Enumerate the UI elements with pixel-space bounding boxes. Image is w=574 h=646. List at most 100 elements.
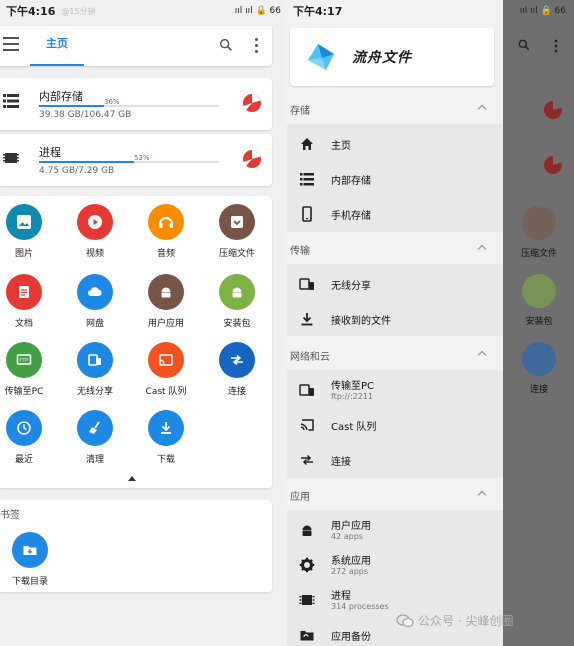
app-bar: 主页 <box>0 26 272 66</box>
section-transfer[interactable]: 传输 <box>287 234 503 262</box>
grid-item-archive[interactable]: 压缩文件 <box>207 204 267 259</box>
svg-text:FTP: FTP <box>20 358 28 364</box>
grid-label: 连接 <box>227 387 246 397</box>
grid-label: 文档 <box>14 319 33 329</box>
app-name: 流舟文件 <box>352 50 412 66</box>
gear-icon <box>299 557 315 573</box>
grid-label: 安装包 <box>223 319 251 329</box>
process-icon <box>299 595 315 605</box>
grid-item-connect[interactable]: 连接 <box>207 342 267 397</box>
grid-item-cast[interactable]: Cast 队列 <box>136 342 196 397</box>
chevron-up-icon <box>477 350 487 360</box>
backup-icon <box>300 631 314 641</box>
tab-home[interactable]: 主页 <box>30 26 84 66</box>
section-apps[interactable]: 应用 <box>287 480 503 508</box>
grid-label: 下载 <box>156 455 175 465</box>
collapse-arrow-icon[interactable] <box>128 476 136 481</box>
app-logo-icon <box>308 44 334 70</box>
storage-size: 39.38 GB/106.47 GB <box>39 110 132 120</box>
grid-label: 音频 <box>156 249 175 259</box>
home-icon <box>301 138 313 150</box>
process-percent: 53% <box>134 154 150 162</box>
grid-item-wireless-share[interactable]: 无线分享 <box>65 342 125 397</box>
grid-label: 清理 <box>85 455 104 465</box>
android-icon <box>219 274 255 310</box>
status-bar: 下午4:16 @15分钟 ııl ııl 🔒 66 <box>0 0 287 22</box>
image-icon <box>6 204 42 240</box>
storage-icon <box>3 94 19 108</box>
headphones-icon <box>148 204 184 240</box>
chevron-up-icon <box>477 490 487 500</box>
grid-item-transfer-pc[interactable]: FTP 传输至PC <box>0 342 54 397</box>
cloud-icon <box>77 274 113 310</box>
drawer-item-wireless-share[interactable]: 无线分享 <box>287 266 503 301</box>
section-storage[interactable]: 存储 <box>287 94 503 122</box>
download-icon <box>148 410 184 446</box>
cast-icon <box>300 419 314 431</box>
pie-chart-icon[interactable] <box>242 93 262 113</box>
section-body: 无线分享 接收到的文件 <box>287 264 503 336</box>
grid-item-recent[interactable]: 最近 <box>0 410 54 465</box>
processor-icon <box>3 153 19 163</box>
grid-item-user-apps[interactable]: 用户应用 <box>136 274 196 329</box>
grid-label: 压缩文件 <box>218 249 255 259</box>
process-progress <box>39 161 219 163</box>
grid-label: 视频 <box>85 249 104 259</box>
drawer-item-connect[interactable]: 连接 <box>287 442 503 477</box>
document-icon <box>6 274 42 310</box>
pie-chart-icon[interactable] <box>242 149 262 169</box>
android-icon <box>302 525 312 536</box>
drawer-item-system-apps[interactable]: 系统应用 272 apps <box>287 547 503 582</box>
internal-storage-card[interactable]: 内部存储 36% 39.38 GB/106.47 GB <box>0 78 272 130</box>
drawer-item-internal-storage[interactable]: 内部存储 <box>287 161 503 196</box>
drawer-item-transfer-pc[interactable]: 传输至PC ftp://:2211 <box>287 372 503 407</box>
drawer-item-cast-queue[interactable]: Cast 队列 <box>287 407 503 442</box>
grid-item-video[interactable]: 视频 <box>65 204 125 259</box>
more-options-icon <box>554 39 558 53</box>
grid-item-cloud[interactable]: 网盘 <box>65 274 125 329</box>
storage-percent: 36% <box>104 98 120 106</box>
drawer-item-home[interactable]: 主页 <box>287 126 503 161</box>
status-note: @15分钟 <box>61 6 96 16</box>
section-body: 主页 内部存储 手机存储 <box>287 124 503 232</box>
drawer-header: 流舟文件 <box>290 28 494 86</box>
ftp-icon: FTP <box>6 342 42 378</box>
chevron-up-icon <box>477 104 487 114</box>
storage-icon <box>300 173 314 186</box>
bookmark-download-folder[interactable]: 下载目录 <box>0 532 60 587</box>
android-icon <box>148 274 184 310</box>
ftp-icon <box>299 384 314 396</box>
pie-chart-icon <box>544 101 562 119</box>
archive-icon <box>219 204 255 240</box>
grid-label: 图片 <box>14 249 33 259</box>
grid-item-clean[interactable]: 清理 <box>65 410 125 465</box>
grid-label: 网盘 <box>85 319 104 329</box>
section-network-cloud[interactable]: 网络和云 <box>287 340 503 368</box>
cast-icon <box>148 342 184 378</box>
more-options-icon[interactable] <box>252 38 260 54</box>
connect-icon <box>301 454 313 466</box>
menu-icon[interactable] <box>3 37 19 51</box>
grid-item-images[interactable]: 图片 <box>0 204 54 259</box>
storage-progress <box>39 105 219 107</box>
drawer-item-user-apps[interactable]: 用户应用 42 apps <box>287 512 503 547</box>
grid-item-documents[interactable]: 文档 <box>0 274 54 329</box>
grid-item-apk[interactable]: 安装包 <box>207 274 267 329</box>
search-icon[interactable] <box>218 37 234 53</box>
background-item: 连接 <box>514 342 564 395</box>
drawer-item-phone-storage[interactable]: 手机存储 <box>287 196 503 231</box>
process-card[interactable]: 进程 53% 4.75 GB/7.29 GB <box>0 134 272 186</box>
section-title: 网络和云 <box>290 352 330 363</box>
section-title: 应用 <box>290 492 310 503</box>
bookmarks-section-title: 书签 <box>0 510 20 521</box>
grid-item-audio[interactable]: 音频 <box>136 204 196 259</box>
grid-item-download[interactable]: 下载 <box>136 410 196 465</box>
download-folder-icon <box>12 532 48 568</box>
home-screen: 下午4:16 @15分钟 ııl ııl 🔒 66 主页 内部存储 36% 39… <box>0 0 287 646</box>
bookmarks-card: 书签 下载目录 <box>0 500 272 592</box>
process-title: 进程 <box>39 146 61 159</box>
search-icon <box>518 39 530 51</box>
storage-title: 内部存储 <box>39 90 83 103</box>
drawer-item-received-files[interactable]: 接收到的文件 <box>287 301 503 336</box>
grid-label: 用户应用 <box>147 319 184 329</box>
